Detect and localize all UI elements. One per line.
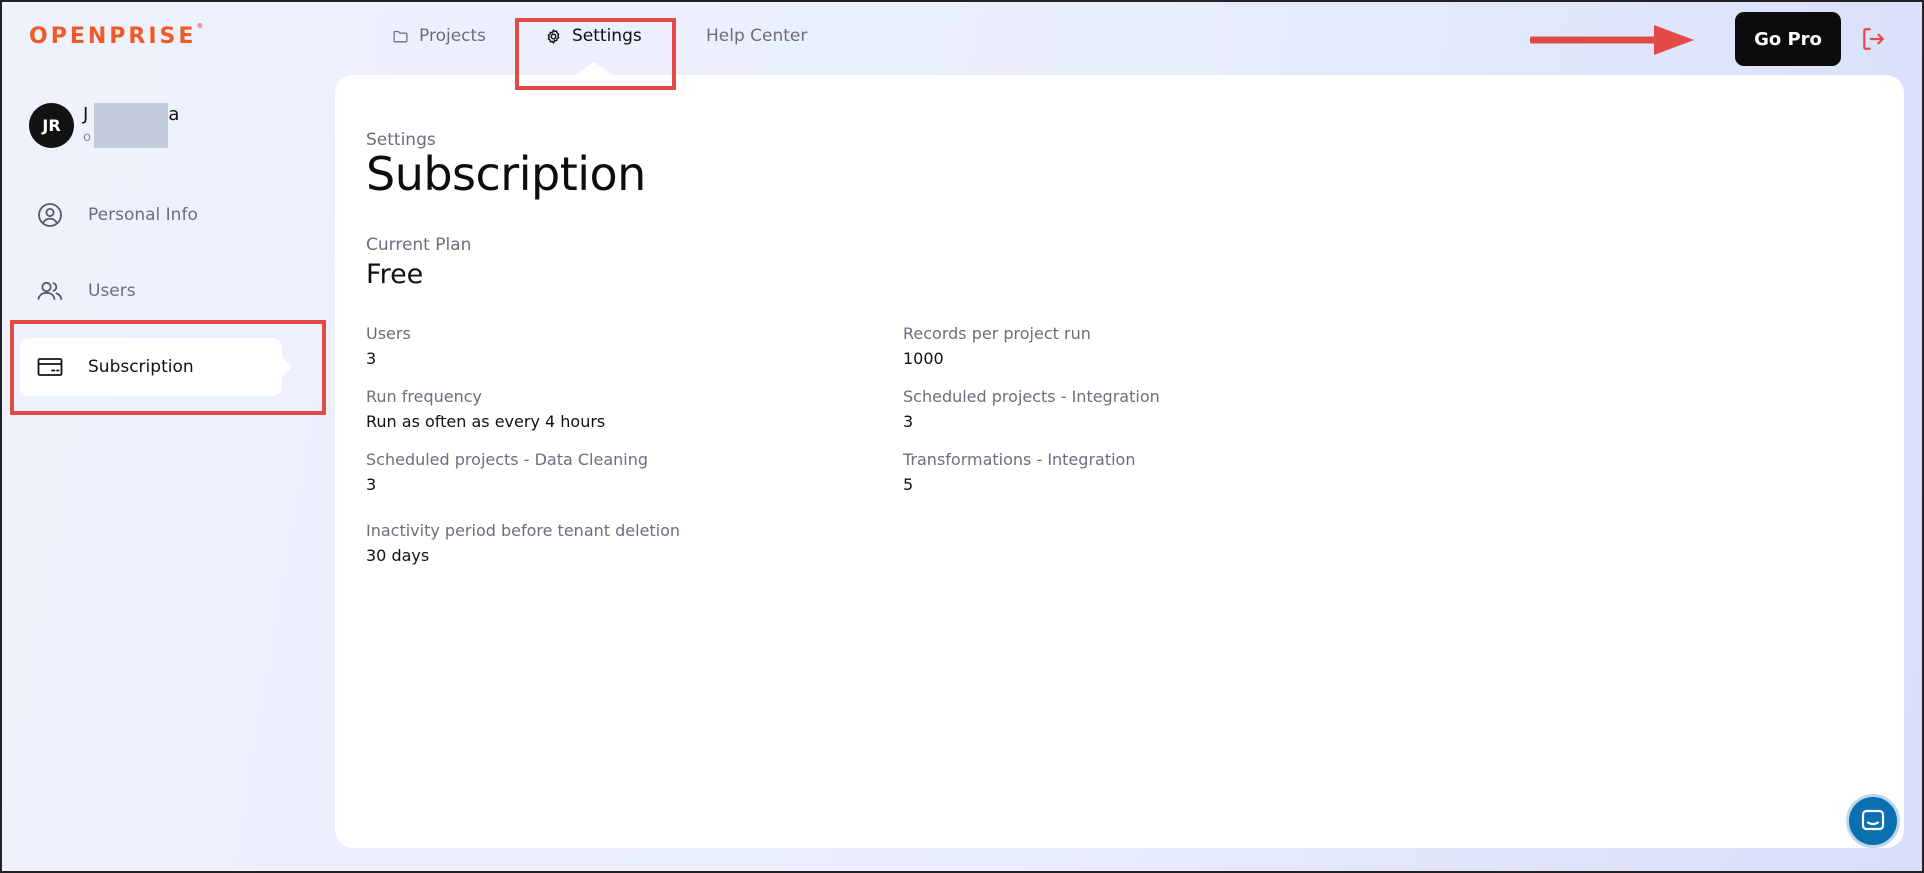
field-value: 3 [366,475,377,494]
annotation-arrow-icon [1530,25,1694,55]
redaction-mask [94,103,168,148]
user-org: o [83,130,91,145]
nav-settings-label: Settings [572,26,642,46]
users-icon [37,281,63,300]
field-value: 30 days [366,546,430,565]
nav-projects[interactable]: Projects [392,26,486,46]
field-run-frequency: Run frequency Run as often as every 4 ho… [366,387,605,431]
logout-icon[interactable] [1860,26,1886,52]
main-panel: Settings Subscription Current Plan Free … [335,75,1904,848]
field-value: 5 [903,475,914,494]
go-pro-button[interactable]: Go Pro [1735,12,1841,66]
folder-icon [393,30,408,42]
field-scheduled-integration: Scheduled projects - Integration 3 [903,387,1160,431]
field-value: 3 [903,412,914,431]
avatar[interactable]: JR [29,103,74,148]
credit-card-icon [37,358,63,376]
sidebar-item-subscription[interactable]: Subscription [20,338,292,396]
nav-active-indicator [574,62,614,76]
sidebar-item-label: Subscription [88,357,194,377]
chat-launcher-button[interactable] [1846,794,1900,848]
field-label: Run frequency [366,387,483,406]
current-plan-value: Free [366,259,424,290]
field-label: Scheduled projects - Integration [903,387,1160,406]
field-value: 3 [366,349,377,368]
field-value: Run as often as every 4 hours [366,412,606,431]
field-value: 1000 [903,349,944,368]
field-label: Records per project run [903,324,1091,343]
openprise-logo[interactable]: OPENPRISE® [29,22,203,49]
page-title: Subscription [366,147,646,201]
sidebar-item-personal-info[interactable]: Personal Info [20,186,282,244]
field-label: Inactivity period before tenant deletion [366,521,681,540]
chat-icon [1861,809,1885,831]
nav-settings[interactable]: Settings [545,26,642,46]
field-users: Users 3 [366,324,411,368]
field-label: Transformations - Integration [903,450,1136,469]
sidebar-item-label: Users [88,281,136,301]
field-records-per-run: Records per project run 1000 [903,324,1091,368]
field-scheduled-data-cleaning: Scheduled projects - Data Cleaning 3 [366,450,648,494]
field-label: Scheduled projects - Data Cleaning [366,450,649,469]
current-plan-label: Current Plan [366,235,472,255]
nav-projects-label: Projects [419,26,487,46]
sidebar-item-users[interactable]: Users [20,262,282,320]
field-label: Users [366,324,411,343]
sidebar-item-label: Personal Info [88,205,198,225]
user-circle-icon [38,203,62,227]
nav-help-label: Help Center [706,26,808,46]
nav-help-center[interactable]: Help Center [706,26,807,46]
gear-icon [547,28,560,44]
field-inactivity-period: Inactivity period before tenant deletion… [366,521,680,565]
field-transformations-integration: Transformations - Integration 5 [903,450,1135,494]
